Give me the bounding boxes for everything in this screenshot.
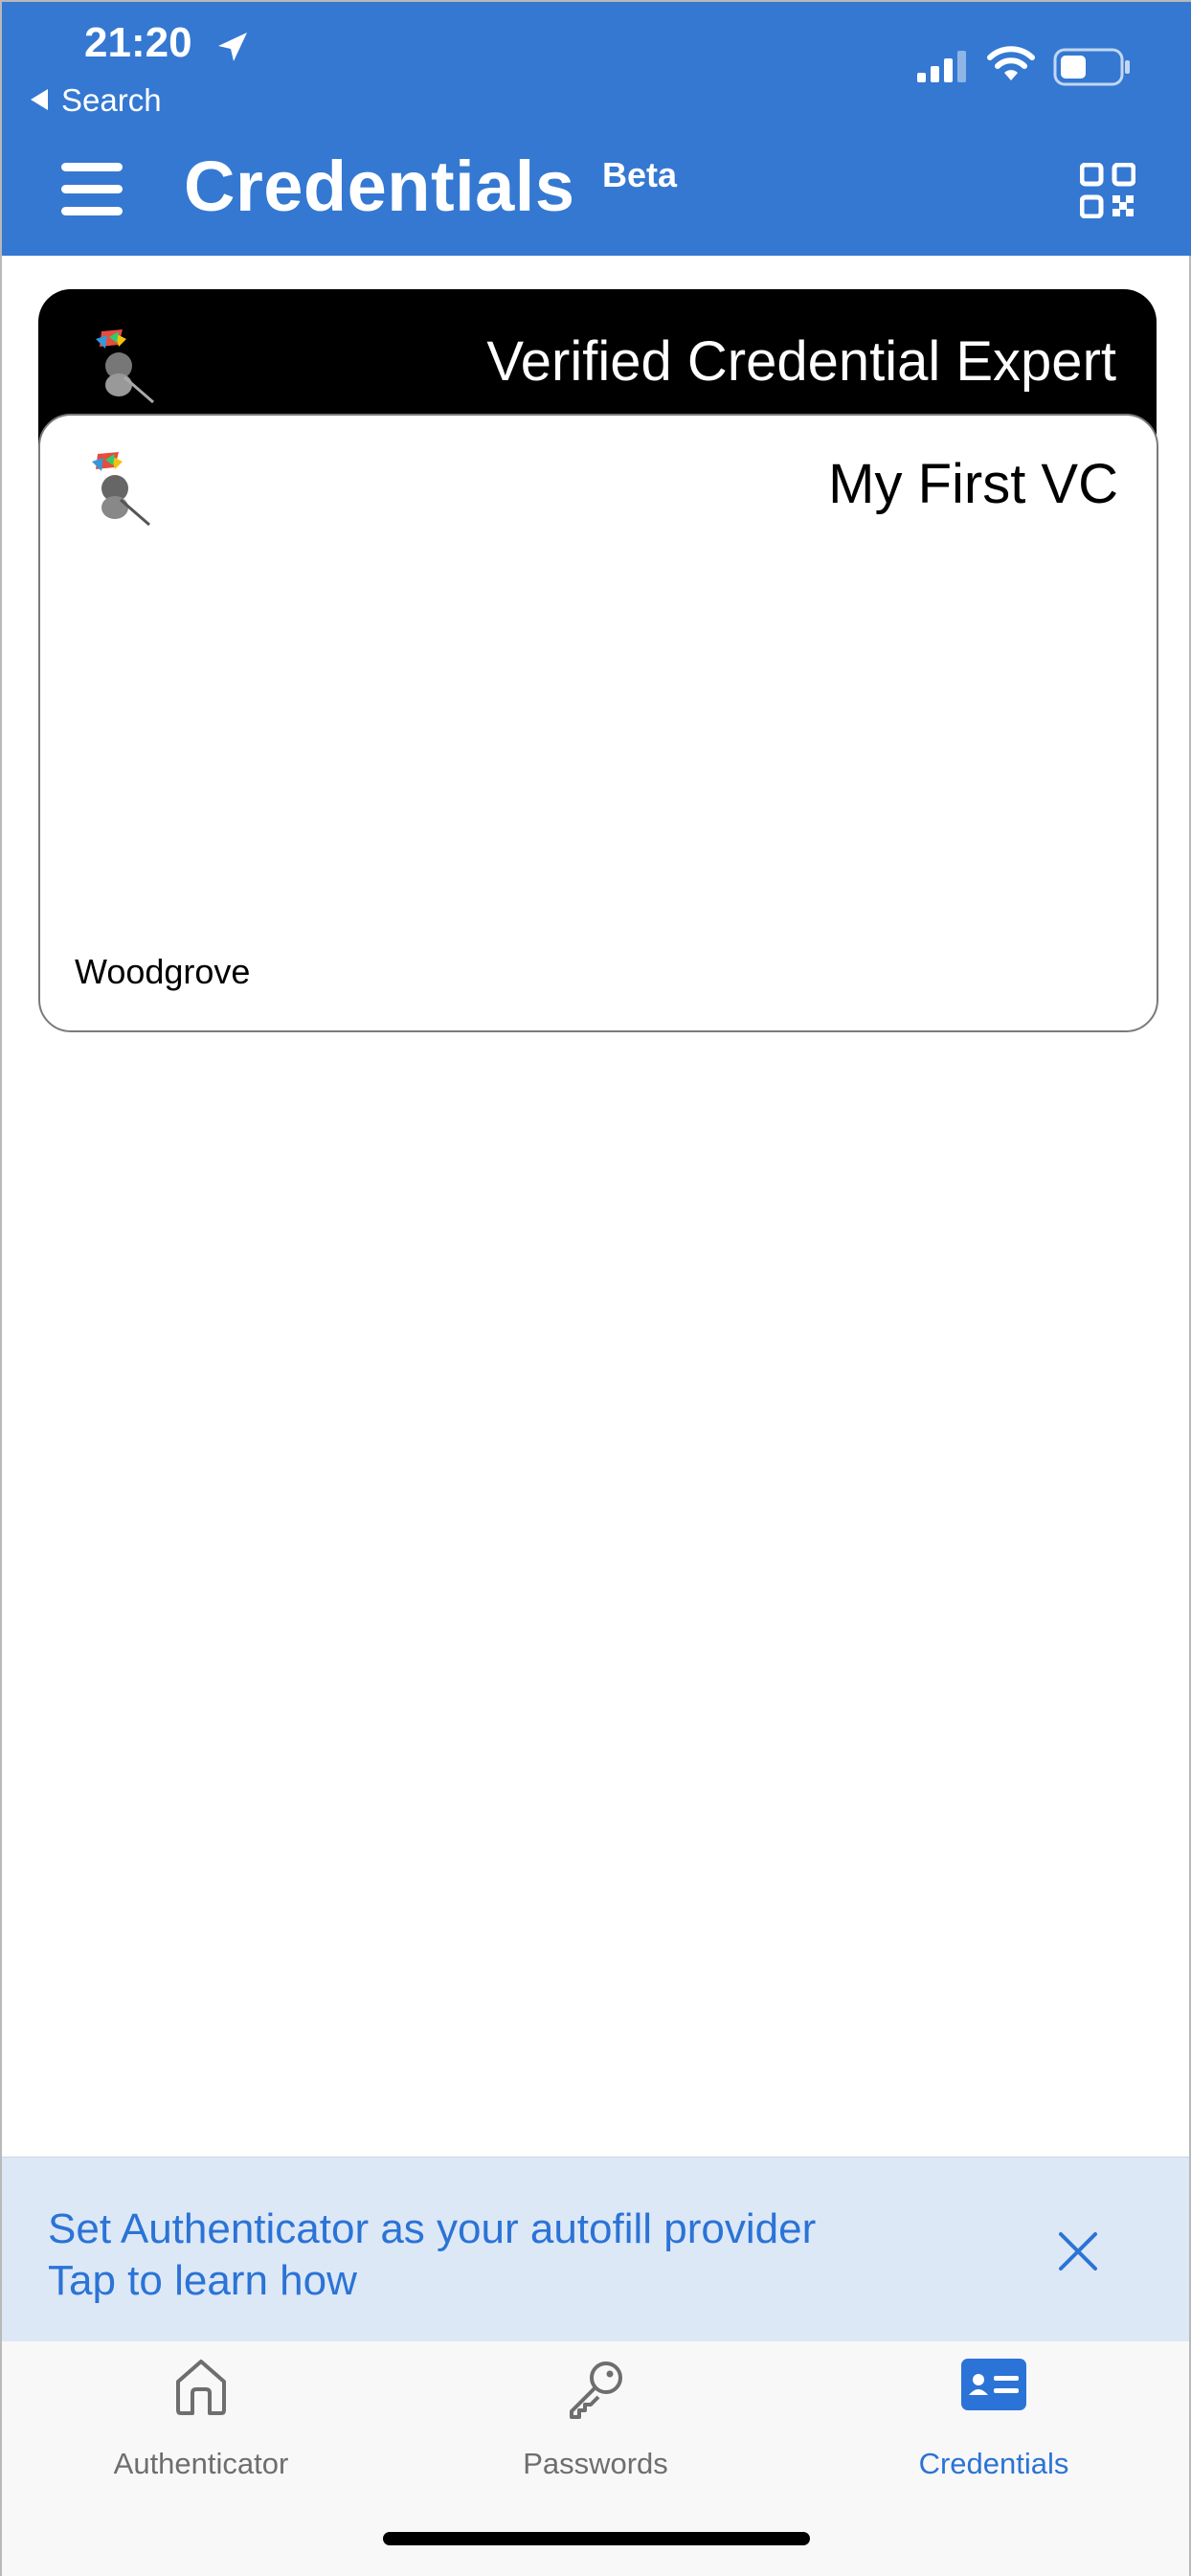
home-indicator[interactable]	[383, 2532, 810, 2545]
qr-scan-icon[interactable]	[1080, 163, 1135, 218]
location-arrow-icon	[218, 33, 247, 61]
status-time: 21:20	[84, 19, 192, 66]
battery-icon	[1053, 48, 1130, 86]
tab-credentials[interactable]: Credentials	[850, 2341, 1137, 2485]
back-to-search-link[interactable]: Search	[31, 82, 162, 119]
cellular-signal-icon	[917, 51, 966, 82]
banner-title: Set Authenticator as your autofill provi…	[48, 2205, 817, 2252]
app-header: 21:20 Search Credentials Beta	[2, 2, 1191, 256]
id-card-icon	[961, 2359, 1026, 2410]
issuer-logo-icon	[92, 452, 150, 527]
back-triangle-icon	[31, 89, 48, 111]
tab-label: Passwords	[523, 2447, 668, 2480]
page-title: Credentials	[184, 147, 575, 226]
issuer-logo-icon	[96, 329, 154, 404]
back-label: Search	[61, 82, 162, 118]
beta-badge: Beta	[602, 155, 678, 194]
tab-passwords[interactable]: Passwords	[452, 2341, 739, 2485]
tab-label: Credentials	[918, 2447, 1069, 2480]
wifi-icon	[987, 46, 1035, 80]
card-issuer: Woodgrove	[75, 952, 251, 991]
card-title: Verified Credential Expert	[486, 330, 1116, 393]
close-icon[interactable]	[1057, 2230, 1099, 2272]
tab-label: Authenticator	[113, 2447, 289, 2480]
banner-subtitle: Tap to learn how	[48, 2257, 357, 2304]
autofill-banner[interactable]: Set Authenticator as your autofill provi…	[2, 2157, 1189, 2342]
home-icon	[176, 2360, 226, 2415]
card-title: My First VC	[828, 453, 1118, 515]
key-icon	[570, 2361, 622, 2419]
credential-card-my-first-vc[interactable]: My First VC Woodgrove	[38, 414, 1158, 1032]
menu-button[interactable]	[61, 163, 123, 216]
tab-authenticator[interactable]: Authenticator	[57, 2341, 345, 2485]
